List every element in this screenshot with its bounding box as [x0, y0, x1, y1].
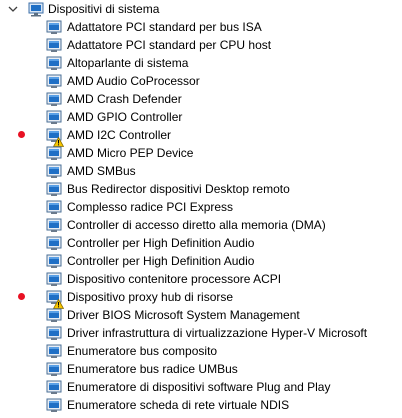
system-device-icon: [46, 343, 62, 359]
system-device-icon: [46, 199, 62, 215]
system-device-icon: [46, 145, 62, 161]
system-device-icon: [46, 181, 62, 197]
device-row[interactable]: Enumeratore scheda di rete virtuale NDIS: [0, 396, 402, 414]
system-device-icon: [46, 91, 62, 107]
device-label: Enumeratore scheda di rete virtuale NDIS: [67, 398, 290, 412]
device-label: Complesso radice PCI Express: [67, 200, 234, 214]
category-label: Dispositivi di sistema: [48, 2, 160, 16]
red-dot-marker: [18, 293, 25, 300]
device-row[interactable]: AMD Crash Defender: [0, 90, 402, 108]
device-label: AMD Audio CoProcessor: [67, 74, 200, 88]
system-device-icon: [46, 109, 62, 125]
device-label: Controller di accesso diretto alla memor…: [67, 218, 326, 232]
system-device-icon: [46, 397, 62, 413]
device-label: Bus Redirector dispositivi Desktop remot…: [67, 182, 290, 196]
device-row[interactable]: Controller per High Definition Audio: [0, 234, 402, 252]
device-row[interactable]: Dispositivo proxy hub di risorse: [0, 288, 402, 309]
device-label: AMD GPIO Controller: [67, 110, 183, 124]
device-row[interactable]: Enumeratore bus composito: [0, 342, 402, 360]
device-label: Altoparlante di sistema: [67, 56, 189, 70]
device-label: Driver infrastruttura di virtualizzazion…: [67, 326, 368, 340]
system-device-icon: [46, 73, 62, 89]
device-row[interactable]: Enumeratore bus radice UMBus: [0, 360, 402, 378]
device-row[interactable]: Driver infrastruttura di virtualizzazion…: [0, 324, 402, 342]
device-label: AMD I2C Controller: [67, 128, 172, 142]
device-row[interactable]: Dispositivo contenitore processore ACPI: [0, 270, 402, 288]
device-row[interactable]: Complesso radice PCI Express: [0, 198, 402, 216]
device-label: Enumeratore bus radice UMBus: [67, 362, 238, 376]
system-device-icon: [46, 19, 62, 35]
system-device-icon: [46, 361, 62, 377]
device-label: Adattatore PCI standard per CPU host: [67, 38, 272, 52]
device-label: Dispositivo contenitore processore ACPI: [67, 272, 282, 286]
device-label: Adattatore PCI standard per bus ISA: [67, 20, 262, 34]
red-dot-marker: [18, 131, 25, 138]
system-device-icon: [46, 379, 62, 395]
device-label: Controller per High Definition Audio: [67, 254, 255, 268]
warning-icon: [52, 296, 65, 309]
device-label: Enumeratore bus composito: [67, 344, 218, 358]
device-row[interactable]: AMD SMBus: [0, 162, 402, 180]
device-row[interactable]: Controller per High Definition Audio: [0, 252, 402, 270]
device-label: AMD SMBus: [67, 164, 136, 178]
device-label: AMD Crash Defender: [67, 92, 182, 106]
device-row[interactable]: Altoparlante di sistema: [0, 54, 402, 72]
device-tree: Dispositivi di sistema Adattatore PCI st…: [0, 0, 402, 415]
system-device-icon: [46, 217, 62, 233]
device-row[interactable]: Driver BIOS Microsoft System Management: [0, 306, 402, 324]
device-row[interactable]: Bus Redirector dispositivi Desktop remot…: [0, 180, 402, 198]
chevron-down-icon[interactable]: [7, 0, 19, 18]
device-row[interactable]: AMD I2C Controller: [0, 126, 402, 147]
category-system-devices[interactable]: Dispositivi di sistema: [0, 0, 402, 18]
device-label: Enumeratore di dispositivi software Plug…: [67, 380, 331, 394]
device-row[interactable]: AMD Audio CoProcessor: [0, 72, 402, 90]
system-device-icon: [46, 271, 62, 287]
device-label: Driver BIOS Microsoft System Management: [67, 308, 300, 322]
system-device-icon: [46, 55, 62, 71]
device-label: Dispositivo proxy hub di risorse: [67, 290, 234, 304]
system-device-icon: [46, 235, 62, 251]
system-devices-icon: [28, 1, 44, 17]
system-device-icon: [46, 307, 62, 323]
device-row[interactable]: Adattatore PCI standard per CPU host: [0, 36, 402, 54]
device-row[interactable]: AMD Micro PEP Device: [0, 144, 402, 162]
device-row[interactable]: AMD GPIO Controller: [0, 108, 402, 126]
system-device-icon: [46, 37, 62, 53]
device-row[interactable]: Adattatore PCI standard per bus ISA: [0, 18, 402, 36]
system-device-icon: [46, 163, 62, 179]
device-label: AMD Micro PEP Device: [67, 146, 194, 160]
system-device-icon: [46, 253, 62, 269]
device-row[interactable]: Controller di accesso diretto alla memor…: [0, 216, 402, 234]
device-label: Controller per High Definition Audio: [67, 236, 255, 250]
warning-icon: [52, 134, 65, 147]
device-list: Adattatore PCI standard per bus ISA Adatt…: [0, 18, 402, 414]
system-device-icon: [46, 325, 62, 341]
device-row[interactable]: Enumeratore di dispositivi software Plug…: [0, 378, 402, 396]
